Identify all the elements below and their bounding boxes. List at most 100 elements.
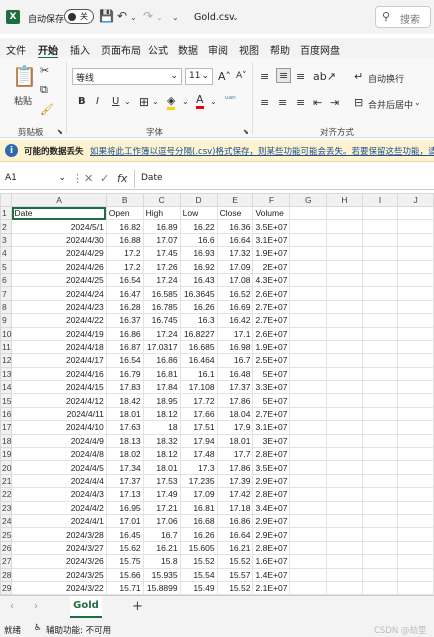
cell[interactable] — [326, 393, 363, 408]
cell[interactable]: 16.7 — [216, 353, 254, 368]
cell[interactable] — [361, 447, 399, 462]
cell[interactable] — [397, 313, 434, 328]
cell[interactable]: 2.7E+07 — [252, 313, 291, 328]
cell[interactable]: 3E+07 — [252, 433, 291, 449]
cell[interactable]: 17.45 — [142, 246, 181, 261]
cell[interactable]: 17.34 — [105, 460, 144, 475]
cell[interactable]: 16.3645 — [179, 286, 218, 301]
row-header[interactable]: 6 — [0, 272, 13, 288]
formula-input[interactable]: Date — [134, 170, 432, 188]
cell[interactable]: 4.3E+07 — [252, 272, 291, 288]
cell[interactable]: Open — [105, 205, 144, 221]
cell[interactable]: 2024/4/9 — [11, 433, 107, 449]
cell[interactable]: 16.21 — [142, 540, 181, 556]
cell[interactable] — [361, 366, 399, 382]
align-right-icon[interactable]: ≡ — [296, 96, 305, 109]
cell[interactable] — [361, 246, 399, 261]
cell[interactable] — [397, 580, 434, 595]
cell[interactable] — [289, 286, 328, 301]
cell[interactable]: 2.5E+07 — [252, 353, 291, 368]
cell[interactable]: 16.87 — [105, 339, 144, 355]
redo-dropdown-icon[interactable]: ⌄ — [156, 13, 163, 22]
fill-color-dropdown-icon[interactable]: ⌄ — [182, 97, 189, 106]
cell[interactable]: 16.45 — [105, 527, 144, 542]
cell[interactable]: 2024/4/5 — [11, 460, 107, 475]
cell[interactable] — [397, 219, 434, 234]
cell[interactable]: 16.3 — [179, 313, 218, 328]
increase-font-icon[interactable]: A˄ — [218, 70, 231, 83]
cell[interactable] — [289, 487, 328, 502]
cell[interactable] — [361, 232, 399, 248]
cell[interactable]: 2024/4/25 — [11, 272, 107, 288]
cell[interactable]: 2024/3/27 — [11, 540, 107, 556]
cell[interactable] — [289, 272, 328, 288]
cell[interactable]: 17.72 — [179, 393, 218, 408]
next-sheet-icon[interactable]: › — [34, 601, 38, 612]
font-launcher-icon[interactable]: ⬊ — [243, 128, 249, 136]
cell[interactable] — [326, 460, 363, 475]
cell[interactable] — [289, 366, 328, 382]
undo-dropdown-icon[interactable]: ⌄ — [130, 13, 137, 22]
cell[interactable]: 2024/4/26 — [11, 259, 107, 274]
cell[interactable] — [289, 513, 328, 529]
cell[interactable] — [361, 433, 399, 449]
cell[interactable] — [361, 299, 399, 315]
borders-dropdown-icon[interactable]: ⌄ — [152, 97, 159, 106]
column-header[interactable]: H — [326, 193, 363, 207]
cell[interactable] — [289, 540, 328, 556]
cell[interactable]: 16.64 — [216, 527, 254, 542]
cell[interactable] — [397, 339, 434, 355]
cell[interactable]: 17.2 — [105, 246, 144, 261]
cell[interactable]: 17.48 — [179, 447, 218, 462]
cell[interactable] — [361, 219, 399, 234]
cell[interactable] — [361, 286, 399, 301]
tab-review[interactable]: 审阅 — [208, 42, 228, 57]
cell[interactable] — [361, 406, 399, 422]
cell[interactable] — [326, 567, 363, 582]
cell[interactable]: 16.81 — [142, 366, 181, 382]
cell[interactable]: 17.63 — [105, 420, 144, 435]
tab-view[interactable]: 视图 — [239, 42, 259, 57]
cell[interactable]: 15.8899 — [142, 580, 181, 595]
cell[interactable] — [289, 380, 328, 395]
cell[interactable] — [326, 513, 363, 529]
cell[interactable]: 2E+07 — [252, 259, 291, 274]
cell[interactable]: 2024/4/23 — [11, 299, 107, 315]
cell[interactable]: 15.49 — [179, 580, 218, 595]
cell[interactable]: 1.9E+07 — [252, 339, 291, 355]
cell[interactable]: 17.108 — [179, 380, 218, 395]
column-header[interactable]: A — [11, 193, 107, 207]
cell[interactable]: 18.12 — [142, 406, 181, 422]
cell[interactable]: 3.4E+07 — [252, 500, 291, 515]
cell[interactable] — [289, 353, 328, 368]
cell[interactable]: 16.64 — [216, 232, 254, 248]
cell[interactable]: Date — [11, 205, 107, 221]
cell[interactable]: 16.86 — [142, 353, 181, 368]
fill-color-icon[interactable]: ◈ — [167, 95, 176, 110]
cell[interactable] — [397, 513, 434, 529]
cell[interactable]: 16.47 — [105, 286, 144, 301]
align-top-icon[interactable]: ≡ — [260, 70, 269, 83]
cell[interactable]: 2.8E+07 — [252, 487, 291, 502]
undo-icon[interactable]: ↶ — [117, 9, 127, 23]
cell[interactable]: 2.8E+07 — [252, 447, 291, 462]
column-header[interactable]: G — [289, 193, 328, 207]
cell[interactable] — [326, 205, 363, 221]
cell[interactable]: 2024/3/26 — [11, 554, 107, 569]
select-all-corner[interactable] — [0, 193, 13, 207]
cell[interactable] — [397, 380, 434, 395]
cell[interactable]: 16.42 — [216, 313, 254, 328]
align-middle-icon[interactable]: ≡ — [276, 68, 292, 83]
column-header[interactable]: J — [397, 193, 434, 207]
cell[interactable] — [397, 420, 434, 435]
tab-insert[interactable]: 插入 — [70, 42, 90, 57]
cell[interactable] — [361, 259, 399, 274]
cell[interactable]: 17.09 — [179, 487, 218, 502]
cell[interactable] — [397, 272, 434, 288]
cell[interactable]: 17.83 — [105, 380, 144, 395]
cell[interactable]: Close — [216, 205, 254, 221]
cell[interactable]: 2024/4/19 — [11, 326, 107, 341]
cell[interactable] — [289, 460, 328, 475]
tab-data[interactable]: 数据 — [178, 42, 198, 57]
cell[interactable]: 17.07 — [142, 232, 181, 248]
